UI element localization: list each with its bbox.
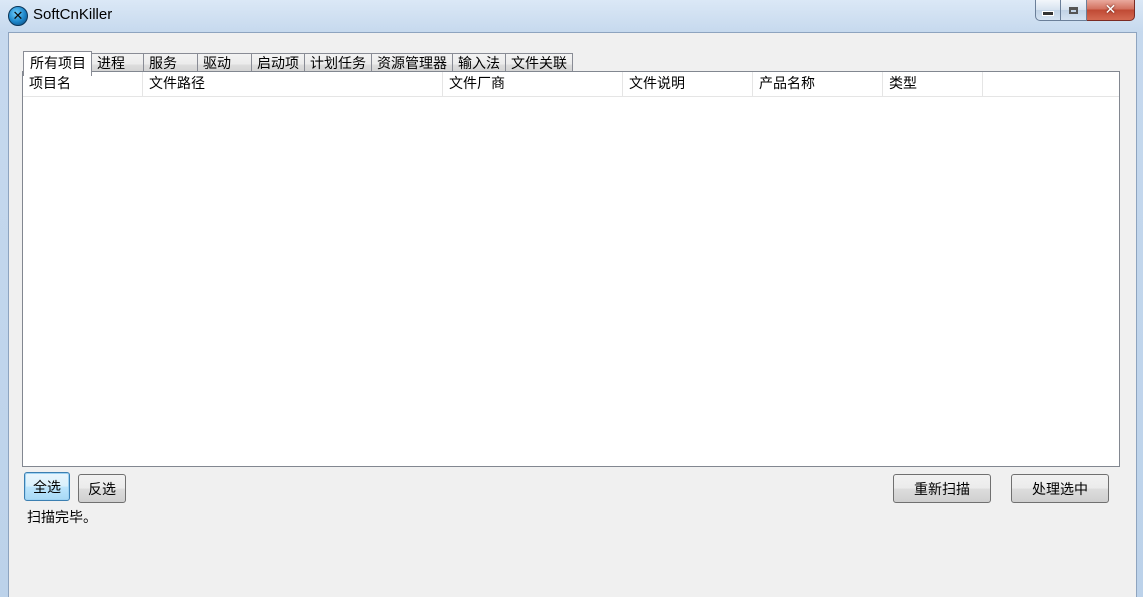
items-list-view[interactable]: 项目名 文件路径 文件厂商 文件说明 产品名称 类型 [22,71,1120,467]
app-window: ✕ SoftCnKiller ✕ 所有项目 进程 服务 驱动 启动项 计划任务 … [0,0,1143,597]
select-all-button[interactable]: 全选 [24,472,70,501]
minimize-button[interactable] [1035,0,1061,21]
window-title: SoftCnKiller [33,6,113,23]
status-text: 扫描完毕。 [27,510,97,526]
column-header-product-name[interactable]: 产品名称 [753,72,883,96]
column-header-file-path[interactable]: 文件路径 [143,72,443,96]
maximize-button[interactable] [1061,0,1087,21]
column-header-file-description[interactable]: 文件说明 [623,72,753,96]
maximize-icon [1069,6,1078,14]
close-button[interactable]: ✕ [1087,0,1135,21]
column-header-file-vendor[interactable]: 文件厂商 [443,72,623,96]
list-body[interactable] [23,97,1119,466]
caption-buttons: ✕ [1035,0,1135,21]
close-icon: ✕ [1104,2,1117,18]
softcnkiller-logo-icon: ✕ [8,6,28,26]
tab-all-items[interactable]: 所有项目 [23,51,92,76]
process-selected-button[interactable]: 处理选中 [1011,474,1109,503]
rescan-button[interactable]: 重新扫描 [893,474,991,503]
minimize-icon [1042,11,1054,16]
invert-selection-button[interactable]: 反选 [78,474,126,503]
client-area: 所有项目 进程 服务 驱动 启动项 计划任务 资源管理器 输入法 文件关联 项目… [8,32,1137,597]
column-header-type[interactable]: 类型 [883,72,983,96]
title-bar[interactable]: ✕ SoftCnKiller ✕ [0,0,1143,32]
list-header: 项目名 文件路径 文件厂商 文件说明 产品名称 类型 [23,72,1119,97]
